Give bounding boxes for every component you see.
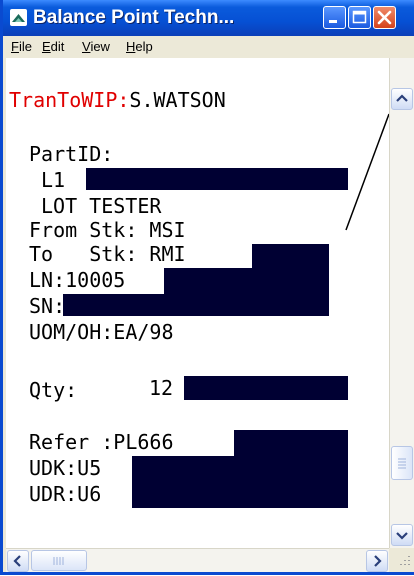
menu-bar: File Edit View Help bbox=[6, 36, 414, 58]
maximize-button[interactable] bbox=[348, 6, 371, 29]
app-window: Balance Point Techn... File Edit View He… bbox=[0, 0, 414, 575]
maximize-icon bbox=[352, 10, 367, 24]
close-icon bbox=[377, 10, 392, 25]
balance-point-icon bbox=[10, 9, 27, 26]
resize-grip[interactable] bbox=[389, 548, 414, 572]
minimize-button[interactable] bbox=[323, 6, 346, 29]
menu-file[interactable]: File bbox=[11, 39, 32, 54]
menu-view-label: iew bbox=[90, 39, 110, 54]
terminal-screen[interactable]: TranToWIP:S.WATSON PartID: L1 LOT TESTER… bbox=[6, 58, 389, 548]
scroll-up-button[interactable] bbox=[391, 88, 413, 110]
title-bar[interactable]: Balance Point Techn... bbox=[3, 0, 414, 36]
diagonal-line bbox=[345, 113, 389, 231]
scroll-left-button[interactable] bbox=[7, 550, 29, 572]
scroll-down-button[interactable] bbox=[391, 524, 413, 546]
menu-help-label: elp bbox=[135, 39, 153, 54]
vertical-scrollbar[interactable] bbox=[389, 58, 414, 548]
menu-file-label: ile bbox=[18, 39, 32, 54]
close-button[interactable] bbox=[373, 6, 396, 29]
resize-grip-icon bbox=[400, 556, 410, 565]
arrow-up-icon bbox=[396, 94, 408, 102]
grip-lines-icon bbox=[53, 557, 64, 565]
terminal-client-area: TranToWIP:S.WATSON PartID: L1 LOT TESTER… bbox=[6, 58, 414, 572]
vertical-scroll-thumb[interactable] bbox=[391, 446, 413, 480]
arrow-right-icon bbox=[374, 555, 382, 567]
horizontal-scroll-thumb[interactable] bbox=[31, 550, 87, 571]
window-title: Balance Point Techn... bbox=[33, 7, 235, 28]
menu-edit-label: dit bbox=[50, 39, 65, 54]
horizontal-scrollbar[interactable] bbox=[6, 548, 389, 572]
grip-lines-icon bbox=[398, 458, 406, 469]
arrow-down-icon bbox=[396, 532, 408, 540]
menu-help[interactable]: Help bbox=[126, 39, 153, 54]
menu-edit[interactable]: Edit bbox=[42, 39, 64, 54]
scroll-right-button[interactable] bbox=[366, 550, 388, 572]
menu-view[interactable]: View bbox=[82, 39, 110, 54]
minimize-icon bbox=[329, 20, 337, 23]
arrow-left-icon bbox=[13, 555, 21, 567]
